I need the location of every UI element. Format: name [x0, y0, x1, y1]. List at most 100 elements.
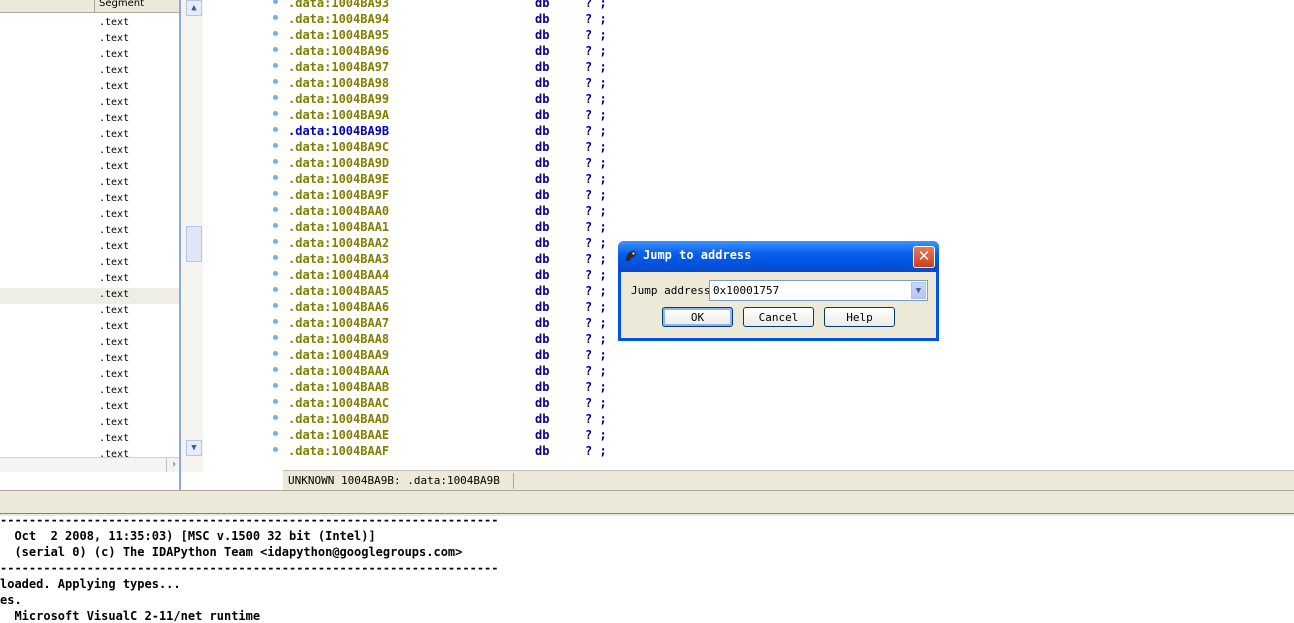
segment-row[interactable]: .text	[0, 288, 181, 304]
disasm-line[interactable]: .data:1004BA93 db ? ;	[288, 0, 607, 12]
disasm-line[interactable]: .data:1004BA9A db ? ;	[288, 108, 607, 124]
segment-row[interactable]: .text	[0, 48, 181, 64]
line-directive: db	[535, 428, 550, 442]
output-line: Microsoft VisualC 2-11/net runtime	[0, 609, 261, 623]
disasm-line[interactable]: .data:1004BA9D db ? ;	[288, 156, 607, 172]
segment-row[interactable]: .text	[0, 400, 181, 416]
segment-row[interactable]: .text	[0, 384, 181, 400]
disassembly-listing[interactable]: .data:1004BA93 db? ; .data:1004BA94 db? ; .d…	[283, 0, 1294, 468]
disasm-line[interactable]: .data:1004BA99 db ? ;	[288, 92, 607, 108]
segment-row[interactable]: .text	[0, 304, 181, 320]
disasm-line[interactable]: .data:1004BA96 db ? ;	[288, 44, 607, 60]
segment-row[interactable]: .text	[0, 368, 181, 384]
segment-row[interactable]: .text	[0, 256, 181, 272]
segment-vertical-scrollbar[interactable]: ▲ ▼	[181, 0, 203, 472]
segment-row[interactable]: .text	[0, 176, 181, 192]
scroll-down-icon[interactable]: ▼	[186, 440, 202, 456]
disasm-line[interactable]: .data:1004BAA3 db ? ;	[288, 252, 607, 268]
segment-list-header[interactable]: Segment	[0, 0, 181, 13]
disasm-line[interactable]: .data:1004BA9F db ? ;	[288, 188, 607, 204]
disasm-line[interactable]: .data:1004BAAB db ? ;	[288, 380, 607, 396]
segment-row[interactable]: .text	[0, 432, 181, 448]
line-address: .data:1004BA9F	[288, 188, 390, 202]
line-operand: ? ;	[585, 124, 607, 138]
disasm-line[interactable]: .data:1004BAAD db ? ;	[288, 412, 607, 428]
segment-row[interactable]: .text	[0, 128, 181, 144]
column-header-segment[interactable]: Segment	[99, 0, 144, 9]
line-operand: ? ;	[585, 268, 607, 282]
segment-row[interactable]: .text	[0, 352, 181, 368]
gutter-dot-icon	[273, 47, 278, 52]
disasm-line[interactable]: .data:1004BAAF db ? ;	[288, 444, 607, 460]
disasm-line[interactable]: .data:1004BAA2 db ? ;	[288, 236, 607, 252]
line-operand: ? ;	[585, 412, 607, 426]
line-directive: db	[535, 204, 550, 218]
disasm-line[interactable]: .data:1004BA9C db ? ;	[288, 140, 607, 156]
ok-button[interactable]: OK	[662, 307, 733, 327]
line-directive: db	[535, 348, 550, 362]
disasm-line[interactable]: .data:1004BAA8 db ? ;	[288, 332, 607, 348]
line-directive: db	[535, 108, 550, 122]
chevron-down-icon[interactable]: ▼	[911, 282, 926, 299]
line-operand: ? ;	[585, 396, 607, 410]
segment-row[interactable]: .text	[0, 272, 181, 288]
line-operand: ? ;	[585, 380, 607, 394]
segment-row[interactable]: .text	[0, 112, 181, 128]
segment-horizontal-scrollbar[interactable]: ›	[0, 457, 181, 472]
help-button[interactable]: Help	[824, 307, 895, 327]
segment-name: .text	[99, 273, 130, 284]
segment-row[interactable]: .text	[0, 96, 181, 112]
disasm-line[interactable]: .data:1004BAA1 db ? ;	[288, 220, 607, 236]
disasm-line[interactable]: .data:1004BAAA db ? ;	[288, 364, 607, 380]
segment-row[interactable]: .text	[0, 64, 181, 80]
disasm-line[interactable]: .data:1004BA95 db ? ;	[288, 28, 607, 44]
line-directive: db	[535, 156, 550, 170]
gutter-dot-icon	[273, 399, 278, 404]
disasm-line[interactable]: .data:1004BAA4 db ? ;	[288, 268, 607, 284]
disasm-line[interactable]: .data:1004BA94 db ? ;	[288, 12, 607, 28]
disasm-line[interactable]: .data:1004BA97 db ? ;	[288, 60, 607, 76]
gutter-dot-icon	[273, 191, 278, 196]
disasm-line[interactable]: .data:1004BAAE db ? ;	[288, 428, 607, 444]
line-address: .data:1004BAA0	[288, 204, 390, 218]
column-header-name[interactable]	[0, 0, 95, 12]
line-directive: db	[535, 124, 550, 138]
cancel-button[interactable]: Cancel	[743, 307, 814, 327]
segment-row[interactable]: .text	[0, 416, 181, 432]
segment-row[interactable]: .text	[0, 240, 181, 256]
segment-row[interactable]: .text	[0, 336, 181, 352]
disasm-line[interactable]: .data:1004BAA9 db ? ;	[288, 348, 607, 364]
disasm-line[interactable]: .data:1004BA9E db ? ;	[288, 172, 607, 188]
segment-row[interactable]: .text	[0, 160, 181, 176]
disasm-line[interactable]: .data:1004BAA0 db ? ;	[288, 204, 607, 220]
line-operand: ? ;	[585, 364, 607, 378]
line-directive: db	[535, 76, 550, 90]
close-icon[interactable]: ✕	[913, 246, 935, 268]
line-address: .data:1004BA93	[288, 0, 390, 10]
disasm-line[interactable]: .data:1004BAAC db ? ;	[288, 396, 607, 412]
segment-row[interactable]: .text	[0, 144, 181, 160]
dialog-title-bar[interactable]: Jump to address ✕	[618, 241, 939, 272]
gutter-dot-icon	[273, 175, 278, 180]
segment-row[interactable]: .text	[0, 208, 181, 224]
disasm-line[interactable]: .data:1004BAA5 db ? ;	[288, 284, 607, 300]
line-directive: db	[535, 0, 550, 10]
disasm-line[interactable]: .data:1004BAA7 db ? ;	[288, 316, 607, 332]
disasm-line[interactable]: .data:1004BA9B db ? ;	[288, 124, 607, 140]
jump-address-combobox[interactable]: 0x10001757 ▼	[709, 280, 928, 301]
scroll-up-icon[interactable]: ▲	[186, 0, 202, 16]
ida-logo-icon	[626, 251, 637, 261]
disasm-line[interactable]: .data:1004BA98 db ? ;	[288, 76, 607, 92]
line-address: .data:1004BAAF	[288, 444, 390, 458]
segment-row[interactable]: .text	[0, 16, 181, 32]
scroll-thumb[interactable]	[186, 226, 202, 262]
disasm-line[interactable]: .data:1004BAA6 db ? ;	[288, 300, 607, 316]
segment-row[interactable]: .text	[0, 224, 181, 240]
segment-row[interactable]: .text	[0, 80, 181, 96]
segment-row[interactable]: .text	[0, 320, 181, 336]
output-line: loaded. Applying types...	[0, 577, 181, 591]
output-window[interactable]: ----------------------------------------…	[0, 513, 1294, 623]
jump-address-value[interactable]: 0x10001757	[713, 284, 779, 297]
segment-row[interactable]: .text	[0, 192, 181, 208]
segment-row[interactable]: .text	[0, 32, 181, 48]
